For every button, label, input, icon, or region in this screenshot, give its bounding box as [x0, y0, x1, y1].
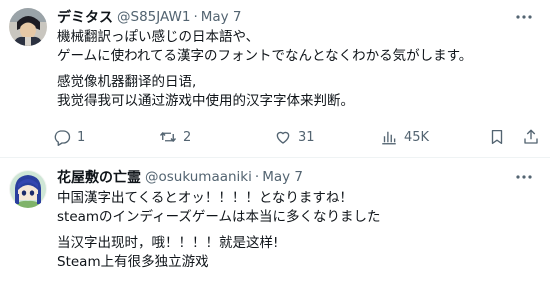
- tweet-text-translation: 当汉字出现时，哦！！！！就是这样! Steam上有很多独立游戏: [57, 234, 537, 272]
- bookmark-button[interactable]: [488, 126, 506, 148]
- views-icon: [382, 131, 396, 145]
- avatar[interactable]: [9, 170, 47, 208]
- header-separator: ·: [254, 169, 260, 185]
- views-button[interactable]: 45K: [380, 126, 429, 148]
- share-button[interactable]: [522, 126, 540, 148]
- retweet-icon: [159, 132, 177, 142]
- tweet-text-line: 我觉得我可以通过游戏中使用的汉字字体来判断。: [57, 93, 354, 109]
- views-count: 45K: [404, 129, 430, 145]
- share-icon: [524, 129, 538, 144]
- retweet-button[interactable]: 2: [159, 126, 191, 148]
- author-display-name[interactable]: 花屋敷の亡霊: [57, 167, 141, 187]
- tweet-text-line: 当汉字出现时，哦！！！！就是这样!: [57, 235, 279, 251]
- tweet[interactable]: デミタス @S85JAW1 · May 7 機械翻訳っぽい感じの日本語や、 ゲー…: [0, 0, 550, 157]
- avatar[interactable]: [9, 8, 47, 46]
- heart-icon: [276, 131, 290, 144]
- reply-button[interactable]: 1: [53, 126, 85, 148]
- tweet-actions: 1 2 31 45K: [50, 126, 540, 148]
- author-display-name[interactable]: デミタス: [57, 7, 113, 27]
- retweet-count: 2: [183, 129, 192, 145]
- more-horizontal-icon[interactable]: [514, 7, 534, 27]
- more-horizontal-icon[interactable]: [514, 167, 534, 187]
- author-handle[interactable]: @S85JAW1: [117, 9, 190, 25]
- tweet-header: デミタス @S85JAW1 · May 7: [57, 7, 242, 27]
- tweet-text-original: 中国漢字出てくるとオッ！！！！となりますね！ steamのインディーズゲームは本…: [57, 189, 537, 227]
- tweet-text-line: ゲームに使われてる漢字のフォントでなんとなくわかる気がします。: [57, 48, 473, 64]
- tweet[interactable]: 花屋敷の亡霊 @osukumaaniki · May 7 中国漢字出てくるとオッ…: [0, 158, 550, 287]
- tweet-text-line: steamのインディーズゲームは本当に多くなりました: [57, 209, 381, 225]
- tweet-text-line: Steam上有很多独立游戏: [57, 254, 209, 270]
- tweet-text-translation: 感觉像机器翻译的日语, 我觉得我可以通过游戏中使用的汉字字体来判断。: [57, 73, 537, 111]
- author-handle[interactable]: @osukumaaniki: [145, 169, 252, 185]
- tweet-text-line: 機械翻訳っぽい感じの日本語や、: [57, 29, 260, 45]
- tweet-date[interactable]: May 7: [262, 169, 303, 185]
- header-separator: ·: [193, 9, 198, 25]
- like-button[interactable]: 31: [274, 126, 315, 148]
- tweet-header: 花屋敷の亡霊 @osukumaaniki · May 7: [57, 167, 303, 187]
- bookmark-icon: [491, 129, 503, 145]
- avatar-image: [9, 170, 47, 208]
- reply-icon: [54, 130, 71, 146]
- like-count: 31: [298, 129, 315, 145]
- tweet-text-original: 機械翻訳っぽい感じの日本語や、 ゲームに使われてる漢字のフォントでなんとなくわか…: [57, 28, 537, 66]
- reply-count: 1: [77, 129, 86, 145]
- tweet-date[interactable]: May 7: [201, 9, 242, 25]
- tweet-text-line: 中国漢字出てくるとオッ！！！！となりますね！: [57, 190, 353, 206]
- avatar-image: [9, 8, 47, 46]
- tweet-text-line: 感觉像机器翻译的日语,: [57, 74, 197, 90]
